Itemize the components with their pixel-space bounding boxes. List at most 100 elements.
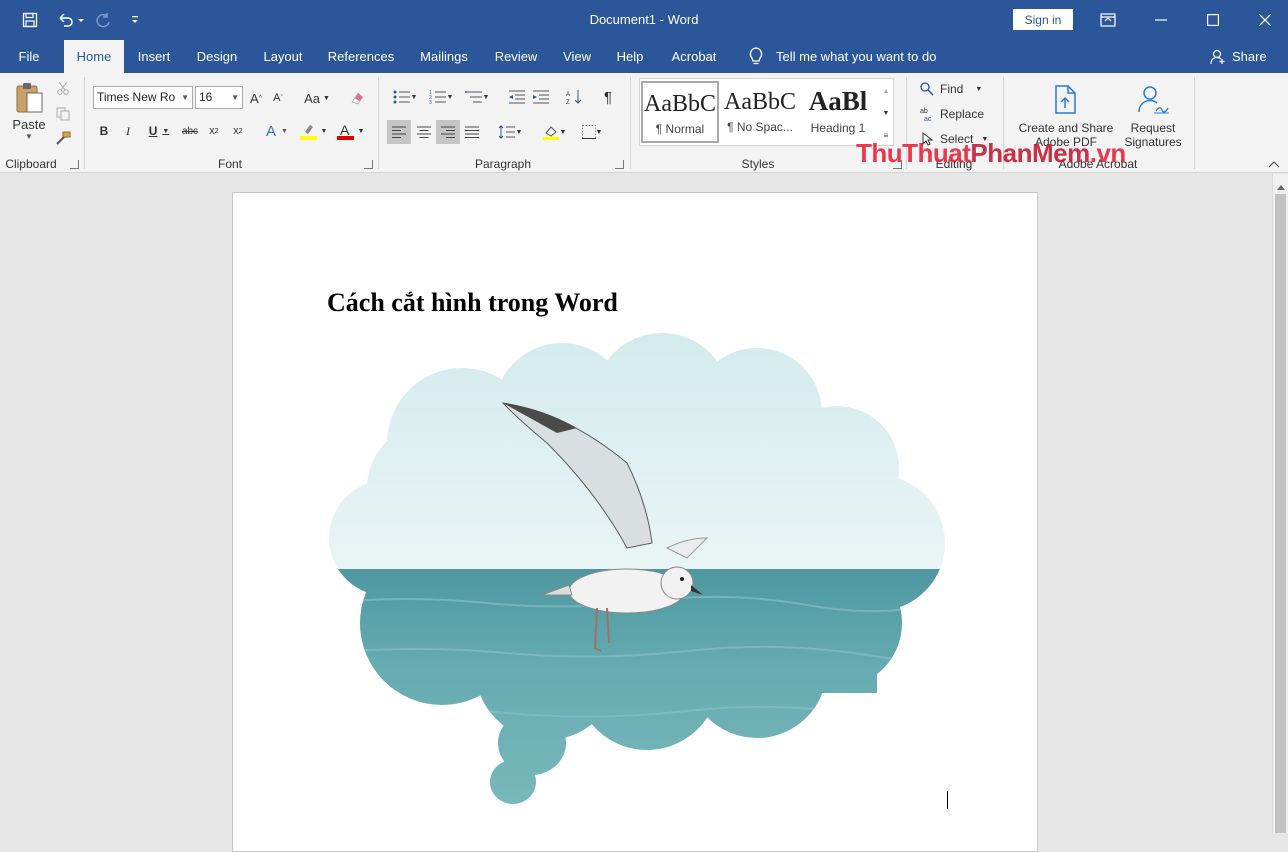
align-center-button[interactable] xyxy=(412,120,436,144)
sort-icon[interactable]: AZ xyxy=(564,87,584,107)
document-area: Cách cắt hình trong Word xyxy=(0,174,1272,852)
font-group-label: Font xyxy=(217,157,242,171)
align-right-button[interactable] xyxy=(436,120,460,144)
style-no-spacing[interactable]: AaBbC ¶ No Spac... xyxy=(721,81,799,143)
paragraph-launcher-icon[interactable] xyxy=(615,160,624,169)
superscript-button[interactable]: x2 xyxy=(229,121,247,141)
watermark: ThuThuatPhanMem.vn xyxy=(856,138,1126,168)
find-button[interactable]: Find ▼ xyxy=(920,79,982,99)
shading-icon[interactable]: ▼ xyxy=(538,120,570,144)
maximize-icon[interactable] xyxy=(1190,0,1236,40)
style-normal-name: ¶ Normal xyxy=(655,122,705,136)
clipboard-group-label: Clipboard xyxy=(5,157,57,171)
paragraph-group-label: Paragraph xyxy=(474,157,532,171)
styles-group-label: Styles xyxy=(741,157,775,171)
align-left-button[interactable] xyxy=(387,120,411,144)
numbering-icon[interactable]: 1 2 3 ▼ xyxy=(425,87,457,107)
style-heading-1[interactable]: AaBl Heading 1 xyxy=(799,81,877,143)
italic-button[interactable]: I xyxy=(120,121,136,141)
ribbon-display-options-icon[interactable] xyxy=(1085,0,1131,40)
font-name-combo[interactable]: Times New Ro ▼ xyxy=(93,86,193,109)
sign-in-button[interactable]: Sign in xyxy=(1013,9,1073,30)
tab-help[interactable]: Help xyxy=(610,40,650,73)
font-color-icon[interactable]: A ▼ xyxy=(334,119,366,143)
replace-label: Replace xyxy=(940,107,985,121)
style-heading-1-name: Heading 1 xyxy=(810,121,866,135)
styles-scroll-up-icon[interactable]: ▲ xyxy=(879,81,893,101)
cloud-cropped-picture[interactable] xyxy=(327,333,947,813)
show-formatting-icon[interactable]: ¶ xyxy=(598,87,618,107)
style-normal[interactable]: AaBbC ¶ Normal xyxy=(641,81,719,143)
svg-text:Z: Z xyxy=(566,100,570,105)
find-icon xyxy=(920,82,934,96)
replace-button[interactable]: ab ac Replace xyxy=(920,104,984,124)
clipboard-launcher-icon[interactable] xyxy=(70,160,79,169)
request-signatures-button[interactable]: Request Signatures xyxy=(1118,79,1188,155)
copy-icon[interactable] xyxy=(54,105,72,123)
tab-view[interactable]: View xyxy=(556,40,598,73)
grow-font-icon[interactable]: A ^ xyxy=(247,88,265,108)
paste-label: Paste xyxy=(12,117,46,132)
subscript-button[interactable]: x2 xyxy=(205,121,223,141)
scroll-up-arrow-icon[interactable] xyxy=(1276,178,1286,190)
styles-scroll-down-icon[interactable]: ▼ xyxy=(879,103,893,123)
svg-text:ab: ab xyxy=(920,108,928,115)
style-normal-sample: AaBbC xyxy=(644,91,716,117)
person-add-icon xyxy=(1210,49,1225,64)
tab-layout[interactable]: Layout xyxy=(256,40,310,73)
style-no-spacing-sample: AaBbC xyxy=(724,89,796,115)
svg-text:A: A xyxy=(566,92,570,98)
format-painter-icon[interactable] xyxy=(54,129,72,147)
change-case-icon[interactable]: Aa ▼ xyxy=(300,88,334,108)
svg-text:3: 3 xyxy=(429,100,432,104)
svg-text:A: A xyxy=(340,122,350,138)
line-spacing-icon[interactable]: ▼ xyxy=(494,120,526,144)
create-pdf-icon xyxy=(1055,85,1076,114)
signature-icon xyxy=(1138,86,1169,114)
font-launcher-icon[interactable] xyxy=(364,160,373,169)
highlight-color-icon[interactable]: ▼ xyxy=(297,119,329,143)
multilevel-list-icon[interactable]: ▼ xyxy=(461,87,493,107)
shrink-font-icon[interactable]: Aˇ xyxy=(269,88,287,108)
borders-icon[interactable]: ▼ xyxy=(576,120,608,144)
strikethrough-button[interactable]: abc xyxy=(180,121,200,141)
font-size-combo[interactable]: 16 ▼ xyxy=(195,86,243,109)
bold-button[interactable]: B xyxy=(96,121,112,141)
minimize-icon[interactable] xyxy=(1138,0,1184,40)
svg-text:ac: ac xyxy=(924,116,932,122)
tab-acrobat[interactable]: Acrobat xyxy=(664,40,724,73)
tab-home[interactable]: Home xyxy=(64,40,124,73)
document-heading[interactable]: Cách cắt hình trong Word xyxy=(327,288,618,318)
collapse-ribbon-icon[interactable] xyxy=(1266,157,1282,171)
increase-indent-icon[interactable] xyxy=(531,87,551,107)
clear-formatting-icon[interactable] xyxy=(346,88,368,108)
share-button[interactable]: Share xyxy=(1210,40,1267,73)
tab-insert[interactable]: Insert xyxy=(130,40,178,73)
style-no-spacing-name: ¶ No Spac... xyxy=(727,120,793,134)
bullets-icon[interactable]: ▼ xyxy=(389,87,421,107)
vertical-scrollbar[interactable] xyxy=(1272,174,1288,833)
underline-button[interactable]: U ▼ xyxy=(144,121,174,141)
tab-file[interactable]: File xyxy=(10,40,48,73)
share-label: Share xyxy=(1232,49,1267,64)
tab-review[interactable]: Review xyxy=(488,40,544,73)
font-size-value: 16 xyxy=(199,90,213,104)
lightbulb-icon xyxy=(749,46,763,64)
tab-design[interactable]: Design xyxy=(190,40,244,73)
text-effects-icon[interactable]: A ▼ xyxy=(262,121,292,141)
request-label-2: Signatures xyxy=(1124,135,1182,149)
document-page[interactable]: Cách cắt hình trong Word xyxy=(232,192,1038,852)
tab-references[interactable]: References xyxy=(322,40,400,73)
tell-me-search[interactable]: Tell me what you want to do xyxy=(748,40,936,73)
tell-me-text: Tell me what you want to do xyxy=(776,49,937,64)
paste-icon xyxy=(16,83,43,113)
justify-button[interactable] xyxy=(460,120,484,144)
style-heading-1-sample: AaBl xyxy=(808,86,868,116)
scrollbar-thumb[interactable] xyxy=(1275,194,1286,833)
tab-mailings[interactable]: Mailings xyxy=(412,40,476,73)
paste-button[interactable]: Paste ▼ xyxy=(10,79,48,143)
cut-icon[interactable] xyxy=(54,79,72,97)
text-cursor xyxy=(947,791,948,809)
decrease-indent-icon[interactable] xyxy=(507,87,527,107)
close-icon[interactable] xyxy=(1242,0,1288,40)
